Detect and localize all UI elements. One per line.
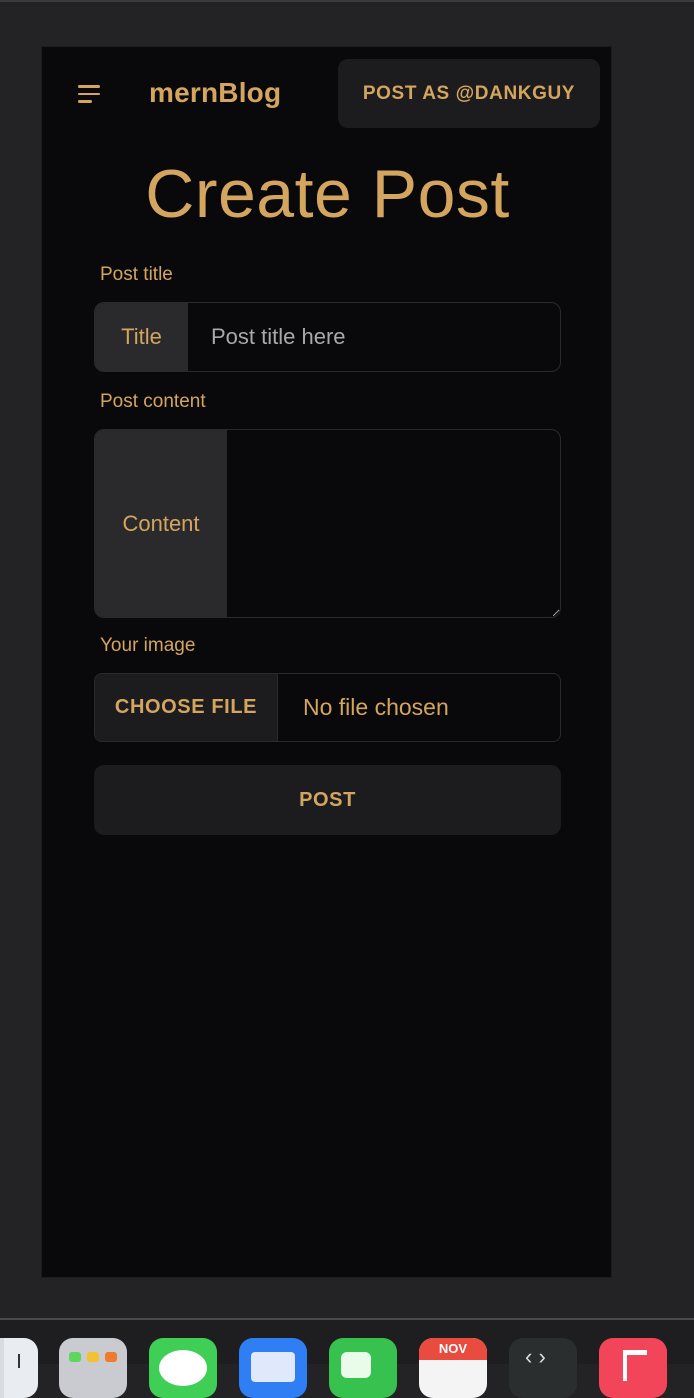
mail-icon[interactable] [239, 1338, 307, 1398]
image-file-input: CHOOSE FILE No file chosen [94, 673, 561, 742]
page-title: Create Post [145, 156, 510, 232]
launchpad-icon[interactable] [59, 1338, 127, 1398]
title-addon: Title [95, 303, 188, 371]
create-post-form: Post title Title Post content Content Yo… [94, 261, 561, 835]
post-title-group: Title [94, 302, 561, 372]
choose-file-button[interactable]: CHOOSE FILE [95, 674, 278, 741]
brand-logo[interactable]: mernBlog [149, 77, 281, 109]
music-icon[interactable] [599, 1338, 667, 1398]
image-label: Your image [100, 635, 196, 656]
launchpad-dots [69, 1352, 117, 1362]
terminal-icon[interactable] [509, 1338, 577, 1398]
post-content-textarea[interactable] [227, 430, 560, 617]
macos-dock: NOV [0, 1320, 694, 1398]
post-content-label: Post content [100, 391, 206, 412]
submit-post-button[interactable]: POST [94, 765, 561, 835]
file-status-text: No file chosen [303, 694, 449, 720]
calendar-icon[interactable]: NOV [419, 1338, 487, 1398]
finder-icon[interactable] [0, 1338, 38, 1398]
menu-line [78, 92, 100, 96]
calendar-month: NOV [419, 1338, 487, 1360]
menu-line [78, 85, 100, 88]
browser-viewport: mernBlog POST AS @DANKGUY Create Post Po… [41, 46, 612, 1278]
post-title-input[interactable] [188, 303, 560, 371]
post-title-label: Post title [100, 264, 173, 285]
menu-line [78, 100, 92, 103]
post-as-user-button[interactable]: POST AS @DANKGUY [338, 59, 600, 128]
content-addon: Content [95, 430, 227, 617]
hamburger-menu-icon[interactable] [70, 79, 106, 109]
messages-icon[interactable] [149, 1338, 217, 1398]
window-top-edge [0, 0, 694, 2]
navbar: mernBlog POST AS @DANKGUY [42, 47, 611, 139]
facetime-icon[interactable] [329, 1338, 397, 1398]
post-content-group: Content [94, 429, 561, 618]
